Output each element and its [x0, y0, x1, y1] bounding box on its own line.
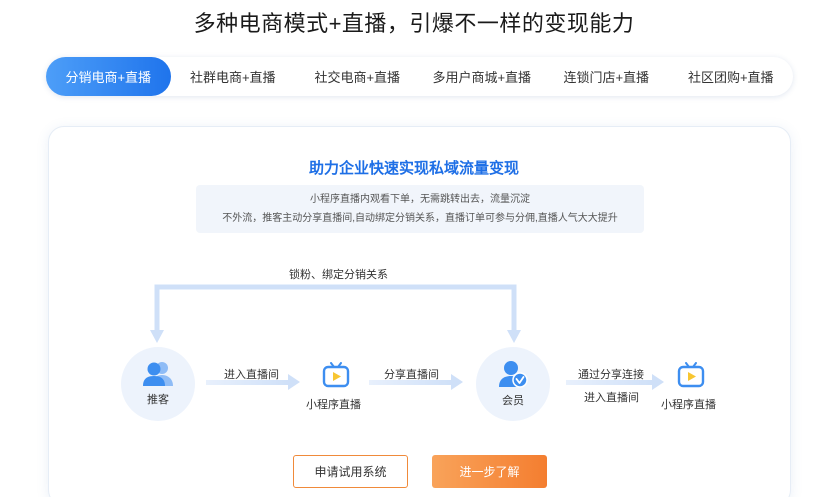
- tv-play-icon: [322, 362, 350, 388]
- loop-arrow-left: [150, 330, 164, 343]
- tv-play-icon: [677, 362, 705, 388]
- arrow-1-head: [288, 374, 300, 390]
- mini-live-1-label: 小程序直播: [306, 399, 361, 411]
- loop-line: [154, 284, 517, 333]
- arrow-3-head: [652, 374, 664, 390]
- users-icon: [143, 362, 173, 386]
- apply-trial-button[interactable]: 申请试用系统: [293, 455, 408, 488]
- learn-more-button[interactable]: 进一步了解: [432, 455, 547, 488]
- flow-connectors: [150, 284, 664, 390]
- node-promoter: 推客: [121, 347, 195, 421]
- step-3-label-line-1: 通过分享连接: [578, 369, 644, 381]
- arrow-2-head: [451, 374, 463, 390]
- verified-user-icon: [499, 361, 528, 388]
- node-promoter-label: 推客: [147, 394, 169, 406]
- node-member-label: 会员: [502, 395, 524, 407]
- step-3-label-line-2: 进入直播间: [584, 392, 639, 404]
- step-2-label: 分享直播间: [384, 369, 439, 381]
- node-member: 会员: [476, 347, 550, 421]
- step-1-label: 进入直播间: [224, 369, 279, 381]
- mini-live-2-label: 小程序直播: [661, 399, 716, 411]
- loop-arrow-right: [507, 330, 521, 343]
